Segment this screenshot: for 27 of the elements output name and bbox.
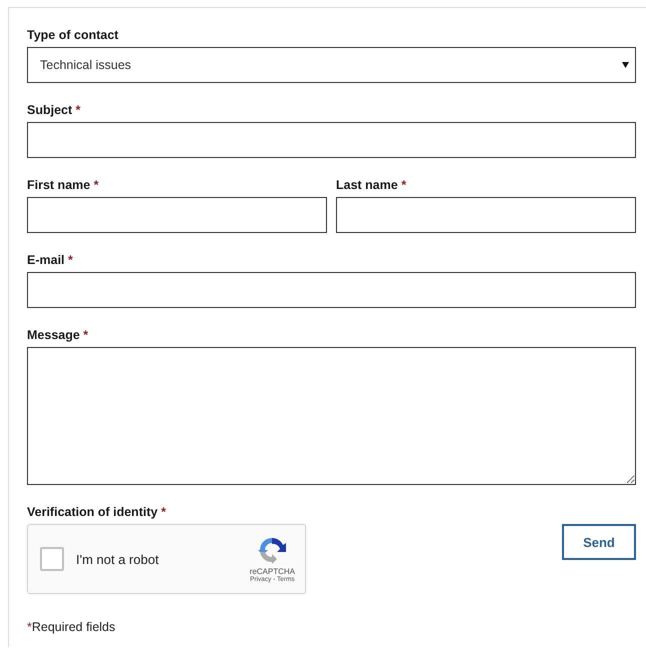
- recaptcha-icon: [257, 535, 288, 565]
- message-field[interactable]: [27, 347, 636, 485]
- field-label: Verification of identity: [27, 505, 158, 519]
- required-mark: *: [83, 328, 88, 342]
- dropdown[interactable]: Technical issues: [27, 47, 636, 83]
- field-label: Message: [27, 328, 80, 342]
- field-label: First name: [27, 178, 90, 192]
- required-mark: *: [76, 103, 81, 117]
- send-button[interactable]: Send: [562, 524, 636, 560]
- input-field[interactable]: [27, 197, 327, 233]
- field-label: Last name: [336, 178, 398, 192]
- required-mark: *: [401, 178, 406, 192]
- captcha-label: I'm not a robot: [76, 552, 160, 566]
- required-mark: *: [27, 620, 32, 634]
- required-mark: *: [68, 253, 73, 267]
- caret-icon: [622, 62, 629, 68]
- required-mark: *: [161, 505, 166, 519]
- required-note: Required fields: [32, 620, 116, 634]
- checkbox[interactable]: [40, 547, 64, 571]
- input-field[interactable]: [27, 122, 636, 158]
- field-label: Type of contact: [27, 28, 118, 42]
- captcha-brand: reCAPTCHA: [250, 567, 295, 576]
- field-label: E-mail: [27, 253, 65, 267]
- field-label: Subject: [27, 103, 72, 117]
- required-mark: *: [94, 178, 99, 192]
- input-field[interactable]: [27, 272, 636, 308]
- input-field[interactable]: [336, 197, 636, 233]
